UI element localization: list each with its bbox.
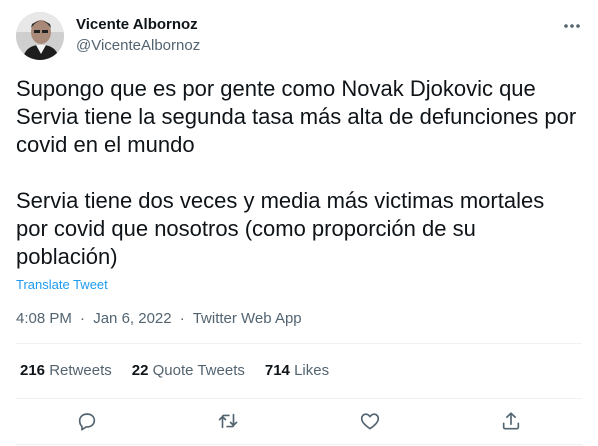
likes-label: Likes [294,362,330,379]
reply-button[interactable] [68,402,106,440]
avatar-photo [16,12,64,60]
divider [16,444,582,445]
divider [16,343,582,344]
tweet-time[interactable]: 4:08 PM [16,310,72,327]
retweet-button[interactable] [209,402,247,440]
tweet-actions [16,402,582,440]
tweet-paragraph: Servia tiene dos veces y media más victi… [16,188,545,269]
share-button[interactable] [492,402,530,440]
tweet-source[interactable]: Twitter Web App [193,310,302,327]
more-options-button[interactable] [556,12,588,40]
more-dots-icon [564,24,580,28]
share-upload-icon [503,412,520,430]
likes-stat[interactable]: 714 Likes [265,361,329,381]
meta-separator: · [80,310,86,327]
translate-tweet-link[interactable]: Translate Tweet [16,277,108,293]
divider [16,398,582,399]
tweet-text: Supongo que es por gente como Novak Djok… [16,75,582,271]
avatar[interactable] [16,12,64,60]
tweet-meta: 4:08 PM · Jan 6, 2022 · Twitter Web App [16,309,302,328]
tweet-stats: 216 Retweets 22 Quote Tweets 714 Likes [16,361,349,381]
quote-tweets-label: Quote Tweets [152,362,245,379]
quote-tweets-stat[interactable]: 22 Quote Tweets [132,361,245,381]
author-handle[interactable]: @VicenteAlbornoz [76,36,200,55]
heart-icon [360,413,379,430]
retweets-stat[interactable]: 216 Retweets [20,361,112,381]
retweets-label: Retweets [49,362,112,379]
quote-tweets-count: 22 [131,362,149,379]
like-button[interactable] [351,402,389,440]
meta-separator: · [179,310,185,327]
tweet-date[interactable]: Jan 6, 2022 [93,310,171,327]
retweet-arrows-icon [218,413,238,429]
likes-count: 714 [264,362,290,379]
retweets-count: 216 [20,362,46,379]
author-name[interactable]: Vicente Albornoz [76,15,198,34]
reply-bubble-icon [78,413,95,431]
tweet-paragraph: Supongo que es por gente como Novak Djok… [16,76,577,157]
